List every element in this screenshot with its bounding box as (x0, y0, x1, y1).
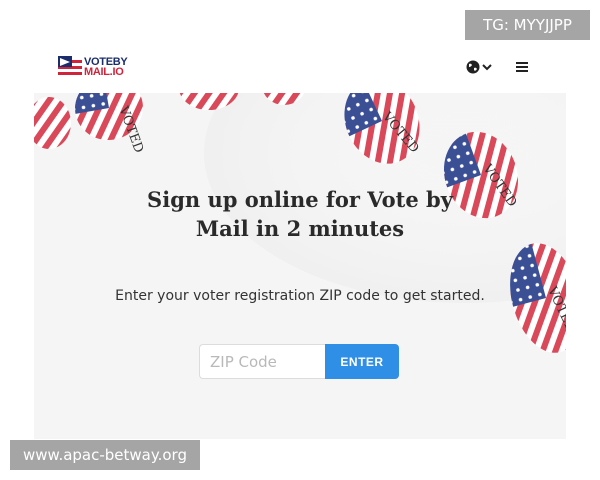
logo-line2: MAIL.IO (84, 66, 124, 78)
logo-text: VOTEBY MAIL.IO (84, 57, 128, 78)
flag-logo-icon (58, 56, 82, 78)
hamburger-menu-button[interactable] (512, 57, 532, 77)
hamburger-menu-icon (516, 62, 528, 72)
language-selector[interactable] (466, 57, 496, 77)
globe-icon (466, 60, 480, 74)
hero-subtitle: Enter your voter registration ZIP code t… (115, 288, 485, 304)
zip-form: ENTER (199, 344, 399, 379)
hero-title: Sign up online for Vote by Mail in 2 min… (147, 187, 453, 241)
chevron-down-icon (482, 64, 492, 71)
hero-section: VOTED VOTED VOTED VOTED Sign up online f… (34, 93, 566, 439)
enter-button[interactable]: ENTER (325, 344, 399, 379)
navbar: VOTEBY MAIL.IO (34, 48, 566, 92)
watermark-top: TG: MYYJJPP (465, 10, 590, 40)
voted-stickers-background: VOTED VOTED VOTED VOTED (34, 93, 566, 439)
watermark-bottom: www.apac-betway.org (10, 440, 200, 470)
page: TG: MYYJJPP VOTEBY MAIL.IO VOTED VOTED V… (0, 0, 600, 480)
site-logo[interactable]: VOTEBY MAIL.IO (58, 56, 128, 78)
zip-code-input[interactable] (199, 344, 325, 379)
